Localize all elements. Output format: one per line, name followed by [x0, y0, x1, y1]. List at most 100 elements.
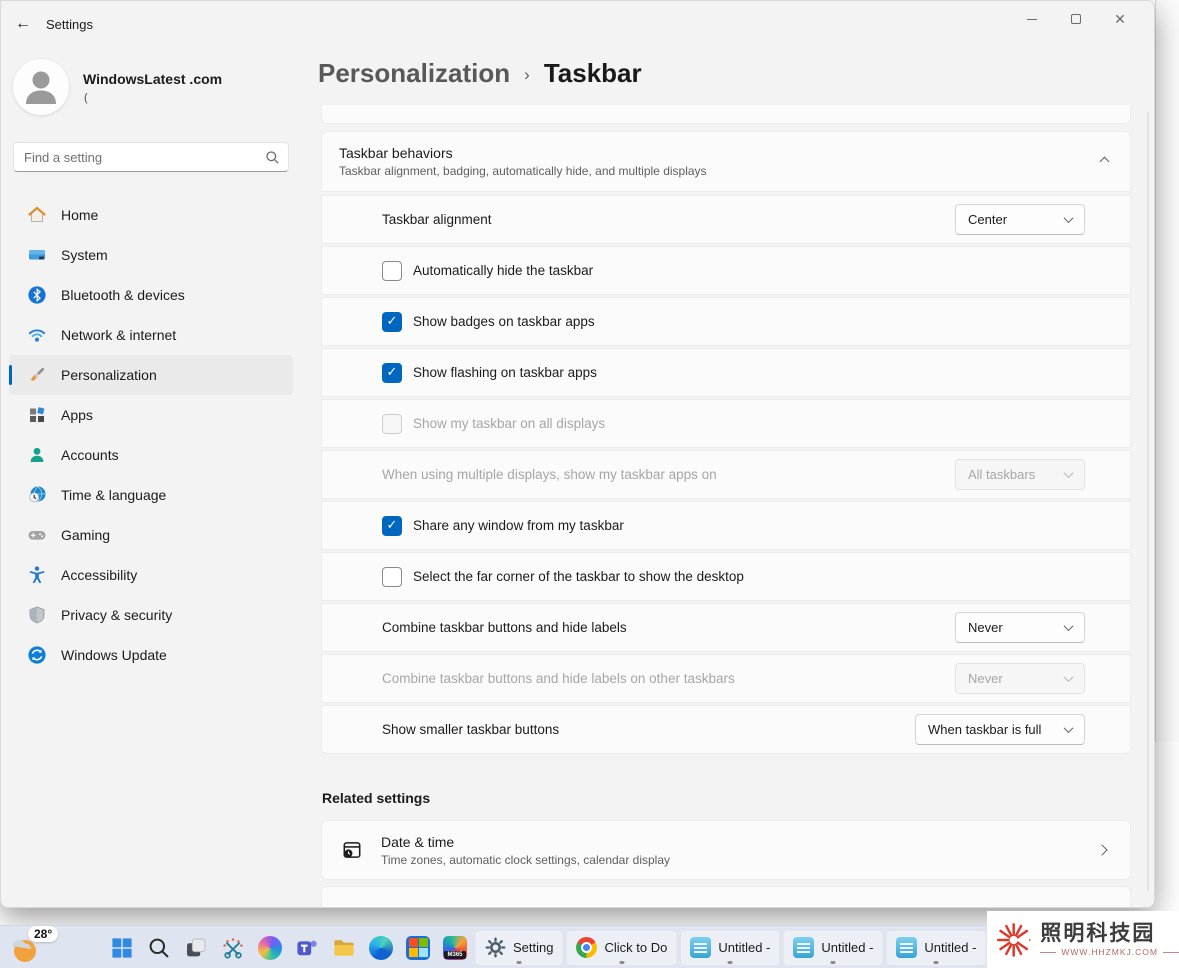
notifications-card[interactable]: Notifications — [321, 886, 1131, 908]
sidebar-item-privacy-security[interactable]: Privacy & security — [9, 595, 293, 635]
page-title: Taskbar — [544, 58, 642, 89]
expander-subtitle: Taskbar alignment, badging, automaticall… — [339, 164, 707, 178]
setting-label: Combine taskbar buttons and hide labels — [382, 620, 627, 635]
setting-label: Automatically hide the taskbar — [413, 263, 593, 278]
all-displays-checkbox — [382, 414, 402, 434]
setting-label: Combine taskbar buttons and hide labels … — [382, 671, 735, 686]
row-combine-other-taskbars: Combine taskbar buttons and hide labels … — [321, 654, 1131, 703]
expander-text: Taskbar behaviors Taskbar alignment, bad… — [339, 145, 707, 178]
sidebar-item-label: Accounts — [61, 447, 119, 463]
sidebar-item-personalization[interactable]: Personalization — [9, 355, 293, 395]
sidebar-item-accounts[interactable]: Accounts — [9, 435, 293, 475]
sidebar-item-accessibility[interactable]: Accessibility — [9, 555, 293, 595]
sidebar-item-bluetooth-devices[interactable]: Bluetooth & devices — [9, 275, 293, 315]
setting-label: When using multiple displays, show my ta… — [382, 467, 717, 482]
dropdown-value: When taskbar is full — [928, 722, 1041, 737]
snipping-tool-button[interactable] — [216, 930, 250, 966]
sidebar-item-system[interactable]: System — [9, 235, 293, 275]
chevron-down-icon — [1064, 723, 1074, 733]
row-multiple-displays-apps: When using multiple displays, show my ta… — [321, 450, 1131, 499]
smaller-buttons-dropdown[interactable]: When taskbar is full — [915, 714, 1085, 745]
sidebar-item-apps[interactable]: Apps — [9, 395, 293, 435]
taskbar-app-label: Setting — [513, 940, 553, 955]
search-icon — [147, 936, 171, 960]
sidebar-item-home[interactable]: Home — [9, 195, 293, 235]
sidebar-item-label: Apps — [61, 407, 93, 423]
copilot-button[interactable] — [253, 930, 287, 966]
scrollbar[interactable] — [1147, 111, 1149, 891]
close-button[interactable]: ✕ — [1098, 5, 1142, 33]
breadcrumb: Personalization › Taskbar — [318, 58, 642, 89]
search-box[interactable] — [13, 142, 289, 172]
show-badges-checkbox[interactable]: ✓ — [382, 312, 402, 332]
dropdown-value: Center — [968, 212, 1007, 227]
update-icon — [27, 645, 47, 665]
start-button[interactable] — [105, 930, 139, 966]
dropdown-value: Never — [968, 620, 1003, 635]
dash-decoration — [1040, 952, 1056, 953]
sidebar-item-label: Privacy & security — [61, 607, 172, 623]
link-title: Date & time — [381, 834, 670, 850]
m365-button[interactable]: M365 — [438, 930, 472, 966]
file-explorer-button[interactable] — [327, 930, 361, 966]
minimize-button[interactable] — [1010, 5, 1054, 33]
maximize-button[interactable] — [1054, 5, 1098, 33]
chrome-taskbar-button[interactable]: Click to Do — [566, 930, 677, 966]
setting-label: Show my taskbar on all displays — [413, 416, 605, 431]
starburst-logo-icon — [994, 917, 1033, 963]
sidebar-item-windows-update[interactable]: Windows Update — [9, 635, 293, 675]
settings-taskbar-button[interactable]: Setting — [475, 930, 563, 966]
setting-label: Select the far corner of the taskbar to … — [413, 569, 744, 584]
breadcrumb-separator-icon: › — [524, 65, 530, 85]
row-taskbar-all-displays: Show my taskbar on all displays — [321, 399, 1131, 448]
multiple-displays-dropdown: All taskbars — [955, 459, 1085, 490]
notepad-taskbar-button-2[interactable]: Untitled - — [783, 930, 883, 966]
sidebar-item-label: Personalization — [61, 367, 157, 383]
notepad-taskbar-button-1[interactable]: Untitled - — [680, 930, 780, 966]
expander-title: Taskbar behaviors — [339, 145, 707, 161]
search-icon — [265, 150, 280, 165]
breadcrumb-parent[interactable]: Personalization — [318, 58, 510, 89]
teams-button[interactable] — [290, 930, 324, 966]
combine-buttons-dropdown[interactable]: Never — [955, 612, 1085, 643]
far-corner-checkbox[interactable] — [382, 567, 402, 587]
chevron-up-icon — [1100, 157, 1110, 167]
search-input[interactable] — [24, 150, 265, 165]
edge-button[interactable] — [364, 930, 398, 966]
task-view-button[interactable] — [179, 930, 213, 966]
back-button[interactable]: ← — [9, 11, 37, 37]
show-flashing-checkbox[interactable]: ✓ — [382, 363, 402, 383]
store-button[interactable] — [401, 930, 435, 966]
avatar[interactable] — [13, 59, 69, 115]
sidebar-item-label: Home — [61, 207, 98, 223]
taskbar-alignment-dropdown[interactable]: Center — [955, 204, 1085, 235]
sidebar-item-time-language[interactable]: Time & language — [9, 475, 293, 515]
clipped-card-above — [321, 105, 1131, 124]
accessibility-icon — [27, 565, 47, 585]
date-time-card[interactable]: Date & time Time zones, automatic clock … — [321, 820, 1131, 880]
taskbar-search-button[interactable] — [142, 930, 176, 966]
sidebar-item-label: Network & internet — [61, 327, 176, 343]
running-indicator — [934, 961, 939, 964]
watermark-url: WWW.HHZMKJ.COM — [1061, 947, 1158, 957]
copilot-icon — [258, 936, 282, 960]
link-subtitle: Time zones, automatic clock settings, ca… — [381, 853, 670, 867]
apps-icon — [27, 405, 47, 425]
edge-icon — [369, 936, 393, 960]
m365-icon: M365 — [443, 936, 467, 960]
notepad-icon — [690, 937, 711, 958]
auto-hide-checkbox[interactable] — [382, 261, 402, 281]
shield-icon — [27, 605, 47, 625]
sidebar-item-gaming[interactable]: Gaming — [9, 515, 293, 555]
share-window-checkbox[interactable]: ✓ — [382, 516, 402, 536]
home-icon — [27, 205, 47, 225]
notepad-taskbar-button-3[interactable]: Untitled - — [886, 930, 986, 966]
sidebar-item-network-internet[interactable]: Network & internet — [9, 315, 293, 355]
taskbar-app-label: Untitled - — [924, 940, 976, 955]
date-time-text: Date & time Time zones, automatic clock … — [381, 834, 670, 867]
store-icon — [406, 936, 430, 960]
chevron-down-icon — [1064, 672, 1074, 682]
weather-widget[interactable]: 28° — [8, 926, 70, 966]
taskbar-behaviors-expander[interactable]: Taskbar behaviors Taskbar alignment, bad… — [321, 131, 1131, 192]
row-show-flashing: ✓ Show flashing on taskbar apps — [321, 348, 1131, 397]
